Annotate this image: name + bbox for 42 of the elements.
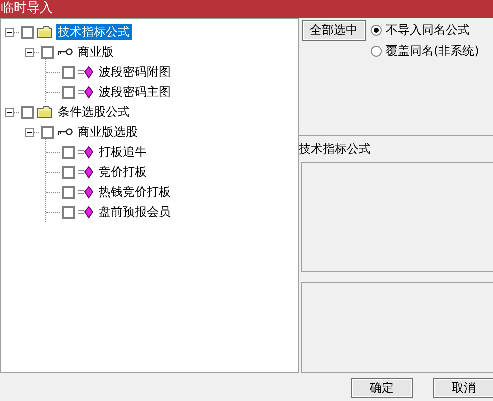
key-icon xyxy=(57,127,73,137)
collapse-icon[interactable] xyxy=(25,128,34,136)
diamond-icon xyxy=(78,166,94,178)
checkbox[interactable] xyxy=(62,146,75,158)
checkbox[interactable] xyxy=(21,106,34,118)
checkbox[interactable] xyxy=(41,126,54,138)
key-icon xyxy=(57,47,73,57)
tree-item[interactable]: 盘前预报会员 xyxy=(97,204,173,220)
tree-item[interactable]: 波段密码主图 xyxy=(97,84,173,100)
radio-button[interactable] xyxy=(371,25,382,36)
tree-item[interactable]: 热钱竞价打板 xyxy=(97,184,173,200)
checkbox[interactable] xyxy=(62,166,75,178)
select-all-button[interactable]: 全部选中 xyxy=(302,20,366,41)
tree-item[interactable]: 波段密码附图 xyxy=(97,64,173,80)
folder-icon xyxy=(37,106,53,118)
ok-button[interactable]: 确定 xyxy=(351,378,413,398)
collapse-icon[interactable] xyxy=(5,28,14,36)
radio-button[interactable] xyxy=(371,46,382,57)
preview-label: 技术指标公式 xyxy=(299,134,493,162)
checkbox[interactable] xyxy=(62,86,75,98)
diamond-icon xyxy=(78,86,94,98)
tree-item[interactable]: 条件选股公式 xyxy=(56,104,132,120)
checkbox[interactable] xyxy=(41,46,54,58)
tree-item[interactable]: 竞价打板 xyxy=(97,164,149,180)
diamond-icon xyxy=(78,146,94,158)
tree-item[interactable]: 商业版选股 xyxy=(76,124,140,140)
tree-item[interactable]: 打板追牛 xyxy=(97,144,149,160)
checkbox[interactable] xyxy=(21,26,34,38)
option-label: 覆盖同名(非系统) xyxy=(386,43,480,60)
checkbox[interactable] xyxy=(62,186,75,198)
checkbox[interactable] xyxy=(62,66,75,78)
folder-icon xyxy=(37,26,53,38)
diamond-icon xyxy=(78,206,94,218)
diamond-icon xyxy=(78,66,94,78)
collapse-icon[interactable] xyxy=(5,108,14,116)
option-label: 不导入同名公式 xyxy=(386,22,470,39)
tree-item[interactable]: 商业版 xyxy=(76,44,116,60)
checkbox[interactable] xyxy=(62,206,75,218)
collapse-icon[interactable] xyxy=(25,48,34,56)
cancel-button[interactable]: 取消 xyxy=(433,378,493,398)
tree-item[interactable]: 技术指标公式 xyxy=(56,24,132,40)
diamond-icon xyxy=(78,186,94,198)
